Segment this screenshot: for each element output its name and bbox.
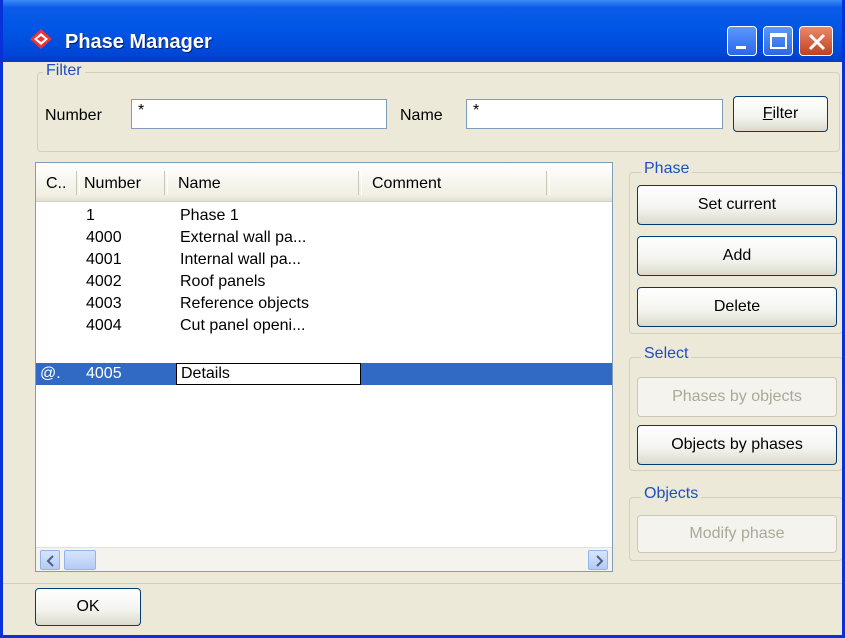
column-separator[interactable] bbox=[164, 171, 168, 195]
cell-name: Phase 1 bbox=[180, 207, 239, 224]
cell-name: Internal wall pa... bbox=[180, 251, 301, 268]
arrow-left-icon bbox=[46, 555, 54, 567]
ok-button[interactable]: OK bbox=[35, 588, 141, 626]
filter-button-mnemonic: F bbox=[762, 105, 773, 122]
cell-name: External wall pa... bbox=[180, 229, 307, 246]
table-row[interactable]: 4004 Cut panel openi... bbox=[36, 315, 612, 337]
table-row[interactable]: 4002 Roof panels bbox=[36, 271, 612, 293]
close-icon bbox=[808, 33, 826, 51]
cell-name: Cut panel openi... bbox=[180, 317, 306, 334]
cell-c: @. bbox=[40, 365, 61, 382]
cell-number: 4002 bbox=[86, 273, 122, 290]
objects-by-phases-label: Objects by phases bbox=[671, 436, 803, 453]
list-header: C.. Number Name Comment bbox=[36, 163, 612, 202]
cell-name: Reference objects bbox=[180, 295, 309, 312]
cell-number: 1 bbox=[86, 207, 95, 224]
cell-number: 4000 bbox=[86, 229, 122, 246]
horizontal-scrollbar[interactable] bbox=[36, 547, 612, 571]
phase-manager-icon bbox=[29, 28, 53, 50]
objects-legend: Objects bbox=[641, 485, 702, 503]
delete-label: Delete bbox=[713, 298, 761, 315]
minimize-button[interactable] bbox=[727, 26, 757, 56]
maximize-icon bbox=[770, 33, 787, 49]
table-row[interactable]: 1 Phase 1 bbox=[36, 205, 612, 227]
objects-by-phases-button[interactable]: Objects by phases bbox=[637, 425, 837, 465]
phase-manager-window: Phase Manager Filter Number * Name * Fil… bbox=[0, 0, 845, 638]
maximize-button[interactable] bbox=[763, 26, 793, 56]
phase-list[interactable]: C.. Number Name Comment 1 Phase 1 4000 E… bbox=[35, 162, 613, 572]
filter-button[interactable]: Filter bbox=[733, 96, 828, 132]
column-header-c[interactable]: C.. bbox=[46, 175, 66, 193]
select-legend: Select bbox=[641, 345, 692, 363]
column-separator[interactable] bbox=[546, 171, 550, 195]
modify-phase-button[interactable]: Modify phase bbox=[637, 515, 837, 553]
filter-legend: Filter bbox=[43, 62, 85, 80]
phases-by-objects-label: Phases by objects bbox=[672, 388, 802, 405]
table-row-selected[interactable]: @. 4005 Details bbox=[36, 363, 612, 385]
title-bar[interactable]: Phase Manager bbox=[3, 0, 842, 62]
add-label: Add bbox=[722, 247, 752, 264]
table-row[interactable]: 4000 External wall pa... bbox=[36, 227, 612, 249]
scroll-left-button[interactable] bbox=[40, 550, 60, 570]
arrow-right-icon bbox=[596, 555, 604, 567]
name-filter-input[interactable]: * bbox=[466, 99, 723, 129]
cell-number: 4005 bbox=[86, 365, 122, 382]
table-row[interactable]: 4001 Internal wall pa... bbox=[36, 249, 612, 271]
scroll-thumb[interactable] bbox=[64, 550, 96, 570]
column-separator[interactable] bbox=[358, 171, 362, 195]
ok-label: OK bbox=[76, 598, 100, 615]
cell-number: 4001 bbox=[86, 251, 122, 268]
phases-by-objects-button[interactable]: Phases by objects bbox=[637, 377, 837, 417]
name-label: Name bbox=[400, 107, 443, 124]
cell-name: Roof panels bbox=[180, 273, 266, 290]
delete-button[interactable]: Delete bbox=[637, 287, 837, 327]
table-row[interactable]: 4003 Reference objects bbox=[36, 293, 612, 315]
modify-phase-label: Modify phase bbox=[689, 525, 785, 542]
footer-divider bbox=[3, 583, 842, 584]
phase-legend: Phase bbox=[641, 160, 693, 178]
cell-name-edit-input[interactable]: Details bbox=[176, 363, 361, 385]
number-label: Number bbox=[45, 107, 102, 124]
window-title: Phase Manager bbox=[65, 31, 212, 53]
close-button[interactable] bbox=[799, 26, 833, 56]
column-header-name[interactable]: Name bbox=[178, 175, 221, 193]
cell-number: 4004 bbox=[86, 317, 122, 334]
filter-button-rest: ilter bbox=[772, 105, 799, 122]
cell-number: 4003 bbox=[86, 295, 122, 312]
column-header-comment[interactable]: Comment bbox=[372, 175, 441, 193]
add-button[interactable]: Add bbox=[637, 236, 837, 276]
set-current-label: Set current bbox=[697, 196, 777, 213]
number-filter-input[interactable]: * bbox=[131, 99, 387, 129]
set-current-button[interactable]: Set current bbox=[637, 185, 837, 225]
scroll-right-button[interactable] bbox=[588, 550, 608, 570]
minimize-icon bbox=[736, 46, 746, 49]
column-header-number[interactable]: Number bbox=[84, 175, 141, 193]
column-separator[interactable] bbox=[76, 171, 80, 195]
